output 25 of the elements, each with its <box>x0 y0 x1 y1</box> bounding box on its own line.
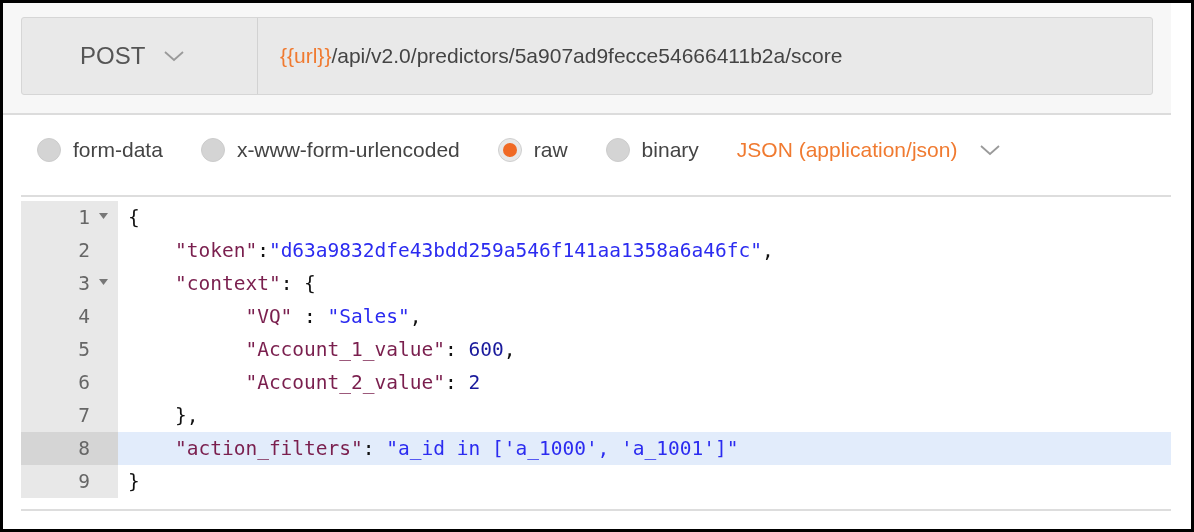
line-number: 4 <box>78 303 90 330</box>
body-type-radio[interactable]: x-www-form-urlencoded <box>200 134 460 166</box>
body-type-radio[interactable]: form-data <box>37 134 163 166</box>
line-number: 8 <box>78 435 90 462</box>
fold-toggle-icon[interactable] <box>99 279 108 285</box>
line-number: 9 <box>78 468 90 495</box>
code-line: "Account_2_value": 2 <box>244 369 481 396</box>
line-number: 1 <box>78 204 90 231</box>
line-number: 6 <box>78 369 90 396</box>
code-line: { <box>127 204 140 231</box>
line-number: 3 <box>78 270 90 297</box>
fold-toggle-icon[interactable] <box>99 213 108 219</box>
code-line: }, <box>173 402 199 429</box>
body-type-radio[interactable]: raw <box>497 134 568 166</box>
code-line: "token":"d63a9832dfe43bdd259a546f141aa1358a6a46fc", <box>173 237 774 264</box>
code-line: "context": { <box>173 270 316 297</box>
line-number: 5 <box>78 336 90 363</box>
line-number: 2 <box>78 237 90 264</box>
body-type-radio[interactable]: binary <box>605 134 699 166</box>
line-number: 7 <box>78 402 90 429</box>
code-line: "VQ" : "Sales", <box>244 303 422 330</box>
code-line: "Account_1_value": 600, <box>244 336 516 363</box>
code-line: } <box>127 468 140 495</box>
code-line: "action_filters": "a_id in ['a_1000', 'a_1001']" <box>173 435 739 462</box>
chevron-down-icon <box>979 144 1002 156</box>
